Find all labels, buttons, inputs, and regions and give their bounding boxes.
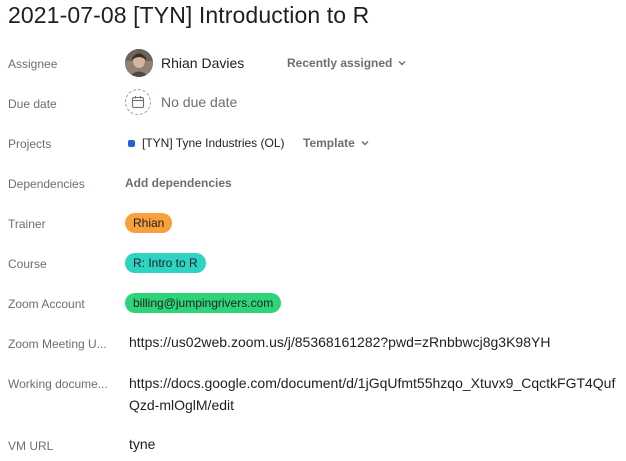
add-dependencies-button[interactable]: Add dependencies (125, 176, 232, 190)
course-label: Course (8, 257, 47, 271)
working-document-url-line2: Qzd-mlOglM/edit (129, 397, 235, 413)
assignee-value[interactable]: Rhian Davies (125, 49, 244, 77)
working-document-label: Working docume... (8, 377, 108, 391)
dependencies-row: Dependencies Add dependencies (0, 175, 626, 195)
zoom-account-label: Zoom Account (8, 297, 85, 311)
assignee-label: Assignee (8, 57, 58, 71)
vm-url-value[interactable]: tyne (129, 436, 155, 452)
assignee-row: Assignee Rhian Davies Recently assigned (0, 49, 626, 77)
due-date-text: No due date (161, 94, 238, 110)
assignee-name: Rhian Davies (161, 55, 245, 71)
chevron-down-icon (361, 141, 369, 146)
zoom-meeting-url[interactable]: https://us02web.zoom.us/j/85368161282?pw… (129, 334, 550, 350)
projects-label: Projects (8, 137, 52, 151)
dependencies-label: Dependencies (8, 177, 85, 191)
zoom-account-pill[interactable]: billing@jumpingrivers.com (125, 293, 282, 313)
course-pill[interactable]: R: Intro to R (125, 253, 206, 273)
chevron-down-icon (398, 61, 406, 66)
vm-url-label: VM URL (8, 439, 54, 453)
due-date-value[interactable]: No due date (125, 89, 237, 115)
trainer-label: Trainer (8, 217, 46, 231)
zoom-meeting-label: Zoom Meeting U... (8, 337, 107, 351)
working-document-url[interactable]: https://docs.google.com/document/d/1jGqU… (129, 372, 624, 416)
template-label: Template (303, 136, 355, 150)
recently-assigned-label: Recently assigned (287, 56, 393, 70)
working-document-url-line1: https://docs.google.com/document/d/1jGqU… (129, 375, 616, 391)
working-document-row: Working docume... https://docs.google.co… (0, 372, 626, 416)
vm-url-row: VM URL tyne (0, 436, 626, 456)
project-name: [TYN] Tyne Industries (OL) (142, 136, 285, 150)
due-date-label: Due date (8, 97, 57, 111)
zoom-meeting-row: Zoom Meeting U... https://us02web.zoom.u… (0, 334, 626, 354)
trainer-row: Trainer Rhian (0, 213, 626, 235)
due-date-row: Due date No due date (0, 89, 626, 117)
project-color-dot (128, 139, 135, 147)
calendar-icon (125, 89, 151, 115)
zoom-account-row: Zoom Account billing@jumpingrivers.com (0, 293, 626, 315)
task-title[interactable]: 2021-07-08 [TYN] Introduction to R (8, 2, 369, 29)
recently-assigned-dropdown[interactable]: Recently assigned (287, 56, 407, 70)
projects-row: Projects [TYN] Tyne Industries (OL) Temp… (0, 135, 626, 155)
template-dropdown[interactable]: Template (303, 136, 370, 150)
course-row: Course R: Intro to R (0, 253, 626, 275)
project-item[interactable]: [TYN] Tyne Industries (OL) (125, 135, 285, 151)
avatar (125, 49, 153, 77)
trainer-pill[interactable]: Rhian (125, 213, 173, 233)
